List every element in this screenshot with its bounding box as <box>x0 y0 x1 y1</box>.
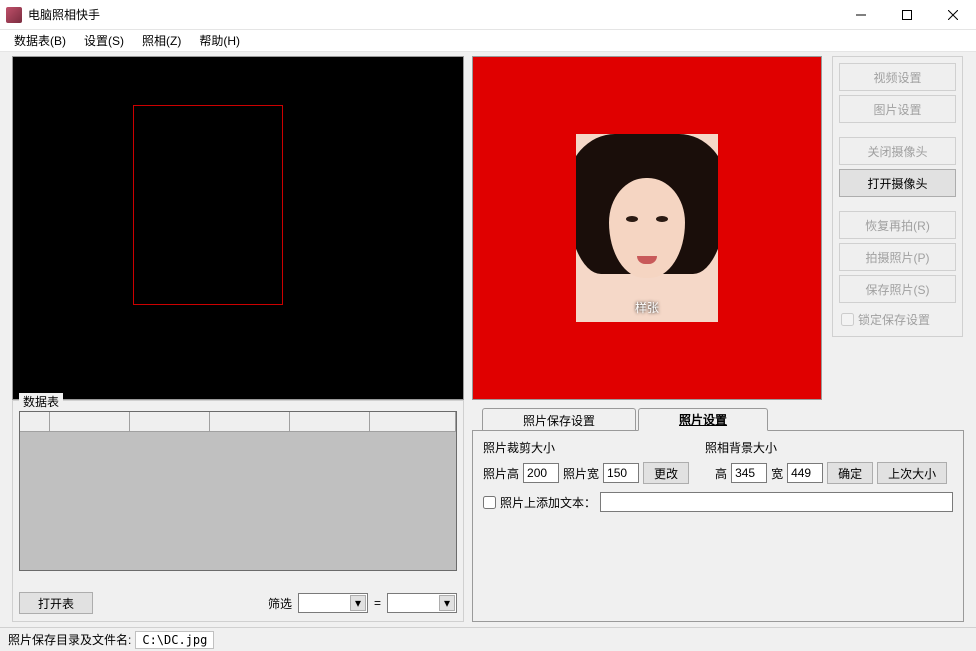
bg-height-input[interactable] <box>731 463 767 483</box>
filter-value-combo[interactable]: ▾ <box>387 593 457 613</box>
maximize-button[interactable] <box>884 0 930 30</box>
tab-page-photo-settings: 照片裁剪大小 照相背景大小 照片高 照片宽 更改 高 宽 确定 上次大小 <box>472 430 964 622</box>
app-icon <box>6 7 22 23</box>
last-size-button[interactable]: 上次大小 <box>877 462 947 484</box>
data-grid-header <box>20 412 456 432</box>
confirm-button[interactable]: 确定 <box>827 462 873 484</box>
crop-width-label: 照片宽 <box>563 465 599 482</box>
sample-eye-r <box>656 216 668 222</box>
sample-eye-l <box>626 216 638 222</box>
crop-section-label: 照片裁剪大小 <box>483 439 705 456</box>
lock-save-checkbox[interactable]: 锁定保存设置 <box>839 307 956 330</box>
tab-save-settings[interactable]: 照片保存设置 <box>482 408 636 430</box>
menu-data[interactable]: 数据表(B) <box>6 30 74 51</box>
change-button[interactable]: 更改 <box>643 462 689 484</box>
close-camera-button[interactable]: 关闭摄像头 <box>839 137 956 165</box>
capture-button[interactable]: 拍摄照片(P) <box>839 243 956 271</box>
sample-label: 样张 <box>576 299 718 316</box>
crop-width-input[interactable] <box>603 463 639 483</box>
settings-tabs: 照片保存设置 照片设置 照片裁剪大小 照相背景大小 照片高 照片宽 更改 高 宽… <box>472 408 964 622</box>
workspace: 样张 视频设置 图片设置 关闭摄像头 打开摄像头 恢复再拍(R) 拍摄照片(P)… <box>0 52 976 626</box>
sample-photo: 样张 <box>576 134 718 322</box>
crop-height-input[interactable] <box>523 463 559 483</box>
bg-width-input[interactable] <box>787 463 823 483</box>
filter-eq: = <box>374 596 381 610</box>
menu-bar: 数据表(B) 设置(S) 照相(Z) 帮助(H) <box>0 30 976 52</box>
menu-help[interactable]: 帮助(H) <box>191 30 248 51</box>
image-settings-button[interactable]: 图片设置 <box>839 95 956 123</box>
add-text-label: 照片上添加文本： <box>500 494 596 511</box>
close-button[interactable] <box>930 0 976 30</box>
preview-panel: 样张 <box>472 56 822 400</box>
lock-save-input[interactable] <box>841 313 854 326</box>
add-text-checkbox[interactable]: 照片上添加文本： <box>483 494 596 511</box>
camera-panel <box>12 56 464 400</box>
menu-settings[interactable]: 设置(S) <box>76 30 132 51</box>
minimize-button[interactable] <box>838 0 884 30</box>
bg-height-label: 高 <box>715 465 727 482</box>
filter-field-combo[interactable]: ▾ <box>298 593 368 613</box>
crop-rectangle[interactable] <box>133 105 283 305</box>
lock-save-label: 锁定保存设置 <box>858 311 930 328</box>
status-bar: 照片保存目录及文件名: C:\DC.jpg <box>0 627 976 651</box>
menu-camera[interactable]: 照相(Z) <box>134 30 189 51</box>
window-title: 电脑照相快手 <box>28 6 838 23</box>
crop-height-label: 照片高 <box>483 465 519 482</box>
add-text-field[interactable] <box>600 492 953 512</box>
filter-label: 筛选 <box>268 595 292 612</box>
retry-button[interactable]: 恢复再拍(R) <box>839 211 956 239</box>
open-table-button[interactable]: 打开表 <box>19 592 93 614</box>
data-grid[interactable] <box>19 411 457 571</box>
data-group-legend: 数据表 <box>19 393 63 410</box>
status-path: C:\DC.jpg <box>135 631 214 649</box>
side-button-panel: 视频设置 图片设置 关闭摄像头 打开摄像头 恢复再拍(R) 拍摄照片(P) 保存… <box>832 56 963 337</box>
tab-photo-settings[interactable]: 照片设置 <box>638 408 768 431</box>
video-settings-button[interactable]: 视频设置 <box>839 63 956 91</box>
bg-section-label: 照相背景大小 <box>705 439 777 456</box>
add-text-input[interactable] <box>483 496 496 509</box>
open-camera-button[interactable]: 打开摄像头 <box>839 169 956 197</box>
title-bar: 电脑照相快手 <box>0 0 976 30</box>
bg-width-label: 宽 <box>771 465 783 482</box>
status-label: 照片保存目录及文件名: <box>8 631 131 648</box>
chevron-down-icon: ▾ <box>439 595 455 611</box>
chevron-down-icon: ▾ <box>350 595 366 611</box>
data-group: 数据表 打开表 筛选 ▾ = ▾ <box>12 400 464 622</box>
save-button[interactable]: 保存照片(S) <box>839 275 956 303</box>
data-grid-body <box>20 432 456 570</box>
